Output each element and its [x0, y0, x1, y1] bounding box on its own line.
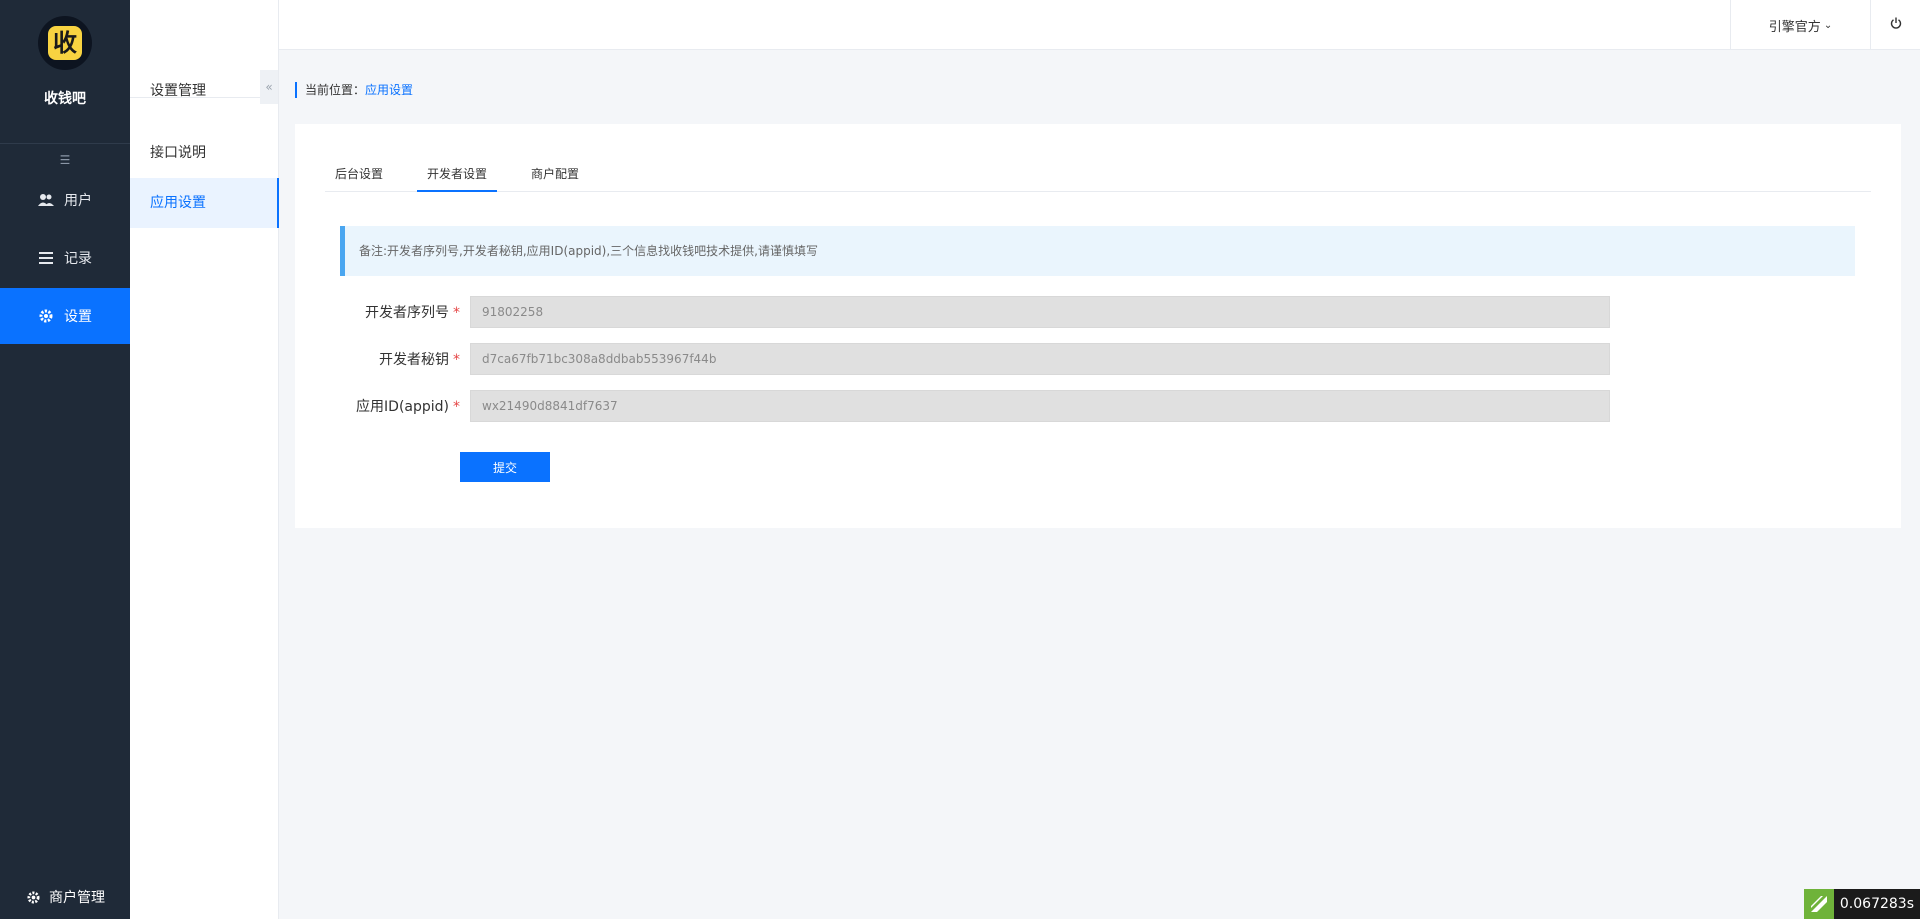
tab-backend-settings[interactable]: 后台设置 [325, 162, 393, 192]
developer-serial-input[interactable] [470, 296, 1610, 328]
tab-developer-settings[interactable]: 开发者设置 [417, 162, 498, 192]
form-row-serial: 开发者序列号 * [340, 296, 1610, 328]
top-bar: 引擎官方 ⌄ [279, 0, 1920, 50]
logout-button[interactable] [1870, 0, 1920, 50]
breadcrumb-current[interactable]: 应用设置 [365, 83, 413, 97]
field-label: 开发者序列号 * [365, 305, 460, 321]
notice-banner: 备注:开发者序列号,开发者秘钥,应用ID(appid),三个信息找收钱吧技术提供… [340, 226, 1855, 276]
sub-sidebar-header: 设置管理 « [130, 0, 278, 104]
subnav-item-app-settings[interactable]: 应用设置 [130, 178, 279, 228]
tab-merchant-config[interactable]: 商户配置 [521, 162, 589, 192]
appid-input[interactable] [470, 390, 1610, 422]
user-name: 引擎官方 [1768, 19, 1821, 35]
settings-panel: 后台设置 开发者设置 商户配置 备注:开发者序列号,开发者秘钥,应用ID(app… [295, 124, 1901, 528]
brand-name: 收钱吧 [44, 91, 86, 107]
power-icon [1890, 17, 1902, 33]
merchant-management-button[interactable]: 商户管理 [0, 875, 130, 919]
sidebar-item-label: 设置 [64, 309, 92, 325]
collapse-icon[interactable]: « [260, 70, 278, 104]
breadcrumb: 当前位置：应用设置 [295, 82, 413, 98]
logo-mark: 收 [48, 26, 82, 60]
sidebar-item-label: 记录 [64, 251, 92, 267]
merchant-management-label: 商户管理 [49, 890, 105, 906]
users-icon [38, 192, 54, 208]
settings-tabs: 后台设置 开发者设置 商户配置 [325, 162, 1871, 192]
submit-button[interactable]: 提交 [460, 452, 550, 482]
chevron-down-icon: ⌄ [1823, 19, 1833, 31]
gear-icon [38, 308, 54, 324]
subnav-item-api-docs[interactable]: 接口说明 [130, 128, 279, 178]
debug-timer[interactable]: 0.067283s [1803, 889, 1920, 919]
timer-value: 0.067283s [1833, 889, 1920, 919]
field-label: 应用ID(appid) * [356, 399, 460, 415]
required-mark: * [453, 399, 460, 415]
logo: 收 [38, 16, 92, 70]
sub-nav-list: 接口说明 应用设置 [130, 128, 279, 228]
sub-sidebar: 设置管理 « 接口说明 应用设置 [130, 0, 279, 919]
developer-secret-input[interactable] [470, 343, 1610, 375]
logo-area: 收 收钱吧 [0, 16, 130, 144]
menu-toggle-icon[interactable]: ☰ [0, 150, 130, 170]
sub-sidebar-title: 设置管理 [150, 83, 206, 99]
breadcrumb-prefix: 当前位置： [305, 83, 366, 97]
field-label: 开发者秘钥 * [379, 352, 460, 368]
sidebar-item-label: 用户 [64, 193, 92, 209]
user-menu[interactable]: 引擎官方 ⌄ [1730, 0, 1870, 50]
sidebar-item-users[interactable]: 用户 [0, 172, 130, 228]
main-sidebar: 收 收钱吧 ☰ 用户 记录 设置 商户管理 [0, 0, 130, 919]
form-row-appid: 应用ID(appid) * [340, 390, 1610, 422]
form-row-secret: 开发者秘钥 * [340, 343, 1610, 375]
sidebar-item-records[interactable]: 记录 [0, 230, 130, 286]
sidebar-item-settings[interactable]: 设置 [0, 288, 130, 344]
list-icon [38, 250, 54, 266]
required-mark: * [453, 305, 460, 321]
debug-logo-icon [1803, 889, 1834, 919]
gear-icon [25, 889, 41, 905]
required-mark: * [453, 352, 460, 368]
